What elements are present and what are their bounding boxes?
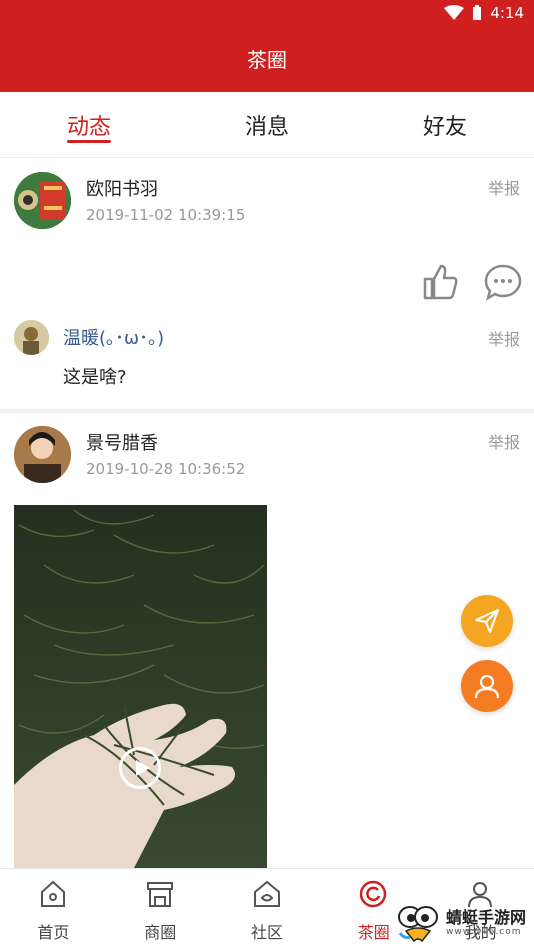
watermark-sub: www.QT6.com xyxy=(445,927,522,937)
avatar[interactable] xyxy=(14,426,71,483)
bottom-nav: 首页 商圈 社区 茶圈 我的 蜻蜓手游网 www.QT6.com xyxy=(0,868,534,949)
dragonfly-logo-icon xyxy=(397,906,438,943)
post-username[interactable]: 景号腊香 xyxy=(86,429,158,455)
post-button[interactable] xyxy=(461,595,513,647)
video-thumbnail[interactable] xyxy=(14,505,267,868)
nav-label: 首页 xyxy=(37,923,70,942)
home-icon xyxy=(41,880,65,907)
tab-friends[interactable]: 好友 xyxy=(356,92,534,158)
app-bar: 4:14 茶圈 xyxy=(0,0,534,92)
send-icon xyxy=(475,609,499,633)
battery-icon xyxy=(473,5,482,20)
user-icon xyxy=(474,674,500,699)
post-time: 2019-10-28 10:36:52 xyxy=(86,460,246,478)
nav-label: 社区 xyxy=(250,923,283,942)
post-time: 2019-11-02 10:39:15 xyxy=(86,206,246,224)
nav-home[interactable]: 首页 xyxy=(0,869,107,949)
comment-text: 这是啥? xyxy=(63,367,127,388)
community-icon xyxy=(253,880,280,907)
comment-button[interactable] xyxy=(484,263,522,305)
wifi-icon xyxy=(444,5,465,20)
comment-avatar[interactable] xyxy=(14,320,49,355)
comment-report-button[interactable]: 举报 xyxy=(488,326,520,350)
report-button[interactable]: 举报 xyxy=(488,175,520,199)
avatar[interactable] xyxy=(14,172,71,229)
nav-shop[interactable]: 商圈 xyxy=(107,869,214,949)
shop-icon xyxy=(146,882,173,907)
tab-messages[interactable]: 消息 xyxy=(178,92,356,158)
status-bar: 4:14 xyxy=(0,0,534,30)
watermark-text: 蜻蜓手游网 xyxy=(445,908,526,927)
watermark: 蜻蜓手游网 www.QT6.com xyxy=(396,903,526,943)
tab-bar: 动态 消息 好友 xyxy=(0,92,534,158)
profile-button[interactable] xyxy=(461,660,513,712)
feed-post: 欧阳书羽 2019-11-02 10:39:15 举报 温暖(｡･ω･｡) 举报… xyxy=(0,159,534,409)
nav-label: 商圈 xyxy=(144,923,177,942)
like-button[interactable] xyxy=(421,263,459,305)
play-icon[interactable] xyxy=(119,747,161,789)
chat-bubble-icon xyxy=(484,264,522,301)
status-time: 4:14 xyxy=(490,4,524,22)
nav-community[interactable]: 社区 xyxy=(214,869,321,949)
report-button[interactable]: 举报 xyxy=(488,429,520,453)
post-username[interactable]: 欧阳书羽 xyxy=(86,175,158,201)
tea-circle-icon xyxy=(360,880,387,908)
page-title: 茶圈 xyxy=(247,48,287,72)
comment-username[interactable]: 温暖(｡･ω･｡) xyxy=(63,324,164,350)
tab-moments[interactable]: 动态 xyxy=(0,92,178,158)
thumbs-up-icon xyxy=(423,264,458,300)
